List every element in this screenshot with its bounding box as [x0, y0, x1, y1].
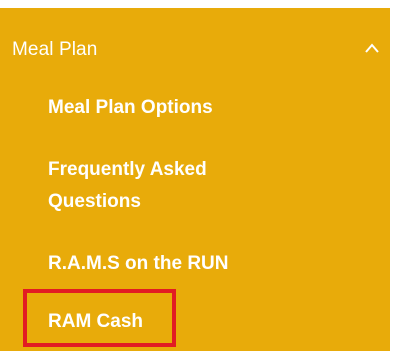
chevron-up-icon	[365, 43, 379, 53]
menu-title: Meal Plan	[12, 39, 98, 60]
submenu-item-ram-cash[interactable]: RAM Cash	[48, 306, 143, 338]
submenu-item-meal-plan-options[interactable]: Meal Plan Options	[48, 92, 213, 124]
submenu-item-rams-on-the-run[interactable]: R.A.M.S on the RUN	[48, 248, 229, 280]
submenu-item-faq[interactable]: Frequently Asked Questions	[48, 154, 278, 218]
meal-plan-toggle[interactable]: Meal Plan	[0, 8, 390, 84]
meal-plan-menu: Meal Plan Meal Plan Options Frequently A…	[0, 8, 390, 351]
